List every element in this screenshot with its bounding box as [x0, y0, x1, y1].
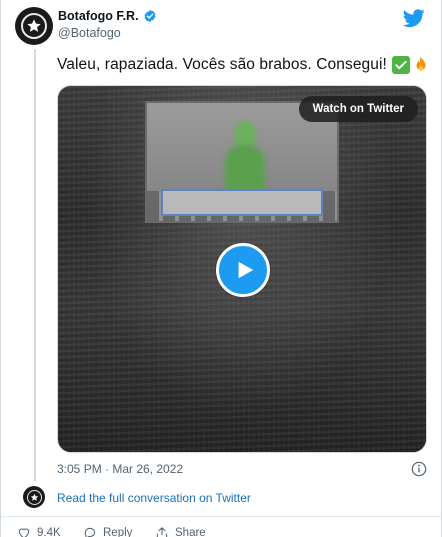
twitter-bird-icon[interactable] [403, 7, 425, 29]
thread-line [34, 49, 36, 481]
play-button[interactable] [216, 243, 270, 297]
small-avatar [23, 486, 45, 508]
conversation-row[interactable]: Read the full conversation on Twitter [23, 486, 427, 510]
tweet-meta: 3:05 PM · Mar 26, 2022 [57, 461, 427, 479]
author-display-name[interactable]: Botafogo F.R. [58, 9, 157, 23]
reply-label: Reply [103, 527, 133, 537]
reply-icon [84, 527, 96, 537]
fire-emoji-icon [416, 56, 426, 71]
tweet-actions: 9.4K Reply Share [17, 526, 417, 537]
tweet-timestamp[interactable]: 3:05 PM · Mar 26, 2022 [57, 462, 183, 476]
avatar[interactable] [15, 7, 53, 45]
thumbnail-figure-head [234, 121, 256, 147]
reply-action[interactable]: Reply [83, 526, 132, 537]
heart-icon [18, 528, 30, 537]
display-name-text: Botafogo F.R. [58, 9, 139, 23]
tweet-header: Botafogo F.R. @Botafogo [15, 7, 425, 47]
like-action[interactable]: 9.4K [17, 526, 61, 537]
video-player[interactable]: Watch on Twitter [57, 85, 427, 453]
share-label: Share [175, 527, 206, 537]
info-icon[interactable] [411, 461, 427, 477]
club-crest-icon [21, 13, 47, 39]
thumbnail-figure [225, 121, 265, 191]
tweet-text: Valeu, rapaziada. Vocês são brabos. Cons… [57, 56, 387, 73]
like-count: 9.4K [37, 527, 61, 537]
embedded-tweet: Botafogo F.R. @Botafogo Valeu, rapaziada… [0, 0, 442, 537]
small-club-crest-icon [26, 489, 42, 505]
verified-badge-icon [144, 9, 156, 23]
check-mark-emoji-icon [391, 56, 410, 74]
watch-on-twitter-button[interactable]: Watch on Twitter [298, 96, 418, 122]
thumbnail-figure-body [225, 145, 265, 191]
divider [1, 516, 441, 517]
author-names[interactable]: Botafogo F.R. @Botafogo [58, 9, 157, 40]
share-action[interactable]: Share [155, 526, 206, 537]
share-icon [156, 527, 168, 537]
tweet-body: Valeu, rapaziada. Vocês são brabos. Cons… [57, 56, 430, 74]
author-handle[interactable]: @Botafogo [58, 26, 157, 40]
play-icon [238, 261, 254, 279]
thumbnail-caption-box [161, 189, 323, 216]
read-conversation-link[interactable]: Read the full conversation on Twitter [57, 491, 251, 505]
